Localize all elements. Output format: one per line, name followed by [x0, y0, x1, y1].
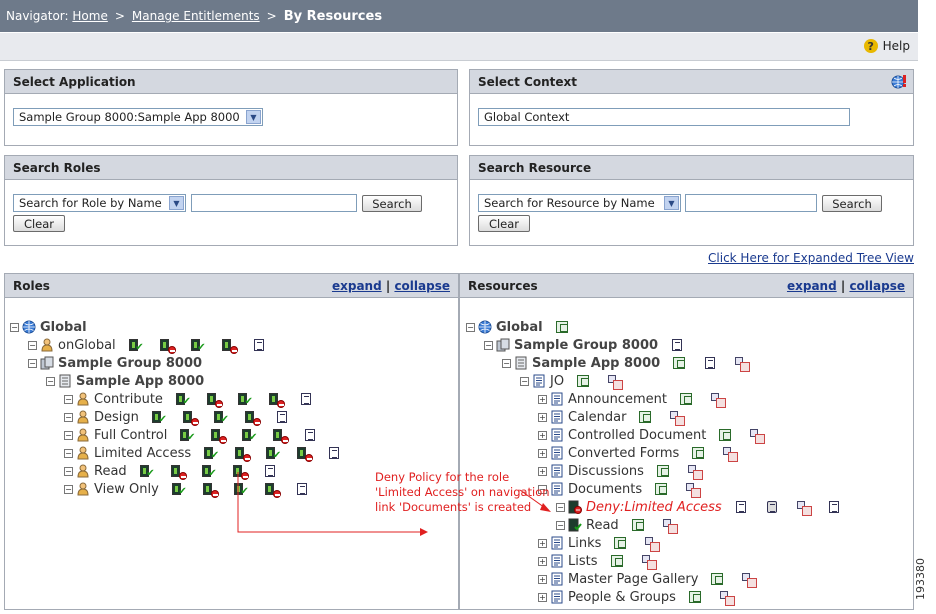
figure-id: 193380: [914, 558, 927, 600]
annotation-arrows: [237, 472, 551, 536]
